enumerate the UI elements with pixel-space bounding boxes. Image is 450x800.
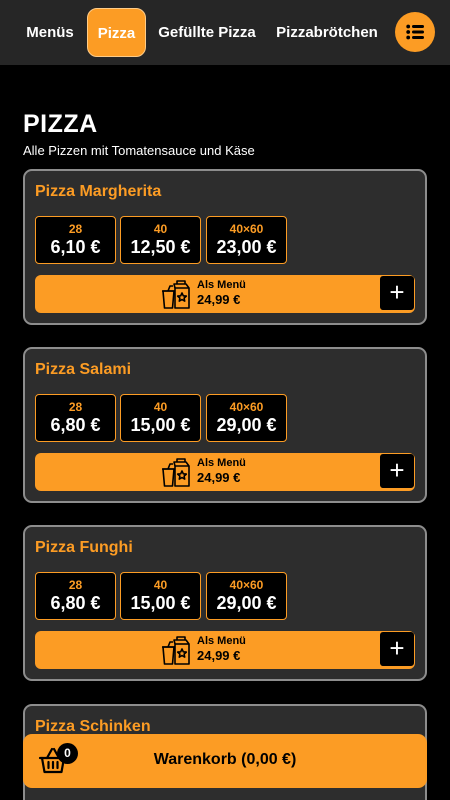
size-label: 40×60 [229,578,264,592]
price-option[interactable]: 40 15,00 € [120,394,201,442]
product-name: Pizza Margherita [35,183,162,200]
price-value: 6,80 € [50,415,101,435]
section-subtitle: Alle Pizzen mit Tomatensauce und Käse [23,143,255,158]
price-value: 29,00 € [216,593,277,613]
size-label: 40 [153,400,168,414]
price-value: 6,80 € [50,593,101,613]
tab-pizza[interactable]: Pizza [87,8,146,57]
price-option[interactable]: 40×60 29,00 € [206,572,287,620]
menu-price: 24,99 € [197,292,241,307]
price-option[interactable]: 40 15,00 € [120,572,201,620]
menu-price: 24,99 € [197,648,241,663]
cart-count-badge: 0 [57,743,78,764]
size-label: 40×60 [229,400,264,414]
add-button[interactable]: + [380,632,414,666]
price-value: 6,10 € [50,237,101,257]
menu-label: Als Menü [197,457,246,469]
price-option[interactable]: 40 12,50 € [120,216,201,264]
product-card: Pizza Margherita 28 6,10 € 40 12,50 € 40… [23,169,427,325]
price-value: 15,00 € [130,415,191,435]
add-button[interactable]: + [380,276,414,310]
size-label: 28 [68,400,83,414]
combo-meal-icon [162,636,190,665]
price-option[interactable]: 40×60 23,00 € [206,216,287,264]
product-card: Pizza Salami 28 6,80 € 40 15,00 € 40×60 … [23,347,427,503]
tab-gefuellte-pizza[interactable]: Gefüllte Pizza [152,8,262,57]
product-card: Pizza Funghi 28 6,80 € 40 15,00 € 40×60 … [23,525,427,681]
add-button[interactable]: + [380,454,414,488]
tab-pizzabroetchen[interactable]: Pizzabrötchen [268,8,386,57]
menu-price: 24,99 € [197,470,241,485]
size-label: 40 [153,578,168,592]
cart-label: Warenkorb (0,00 €) [153,751,297,768]
combo-meal-icon [162,280,190,309]
size-label: 40×60 [229,222,264,236]
price-option[interactable]: 40×60 29,00 € [206,394,287,442]
plus-icon: + [389,277,405,307]
category-list-button[interactable] [395,12,435,52]
price-value: 23,00 € [216,237,277,257]
price-value: 15,00 € [130,593,191,613]
menu-label: Als Menü [197,279,246,291]
as-menu-button[interactable]: Als Menü 24,99 € + [35,631,415,669]
cart-button[interactable]: Warenkorb (0,00 €) [23,734,427,788]
price-value: 29,00 € [216,415,277,435]
tab-menus[interactable]: Menüs [15,8,85,57]
product-name: Pizza Funghi [35,539,133,556]
price-option[interactable]: 28 6,10 € [35,216,116,264]
section-title: PIZZA [23,110,98,138]
product-name: Pizza Salami [35,361,132,378]
price-option[interactable]: 28 6,80 € [35,572,116,620]
as-menu-button[interactable]: Als Menü 24,99 € + [35,453,415,491]
price-option[interactable]: 28 6,80 € [35,394,116,442]
menu-label: Als Menü [197,635,246,647]
price-value: 12,50 € [130,237,191,257]
size-label: 28 [68,222,83,236]
combo-meal-icon [162,458,190,487]
plus-icon: + [389,633,405,663]
category-nav: Menüs Pizza Gefüllte Pizza Pizzabrötchen [0,0,450,65]
as-menu-button[interactable]: Als Menü 24,99 € + [35,275,415,313]
size-label: 40 [153,222,168,236]
plus-icon: + [389,455,405,485]
list-icon [406,24,424,40]
size-label: 28 [68,578,83,592]
